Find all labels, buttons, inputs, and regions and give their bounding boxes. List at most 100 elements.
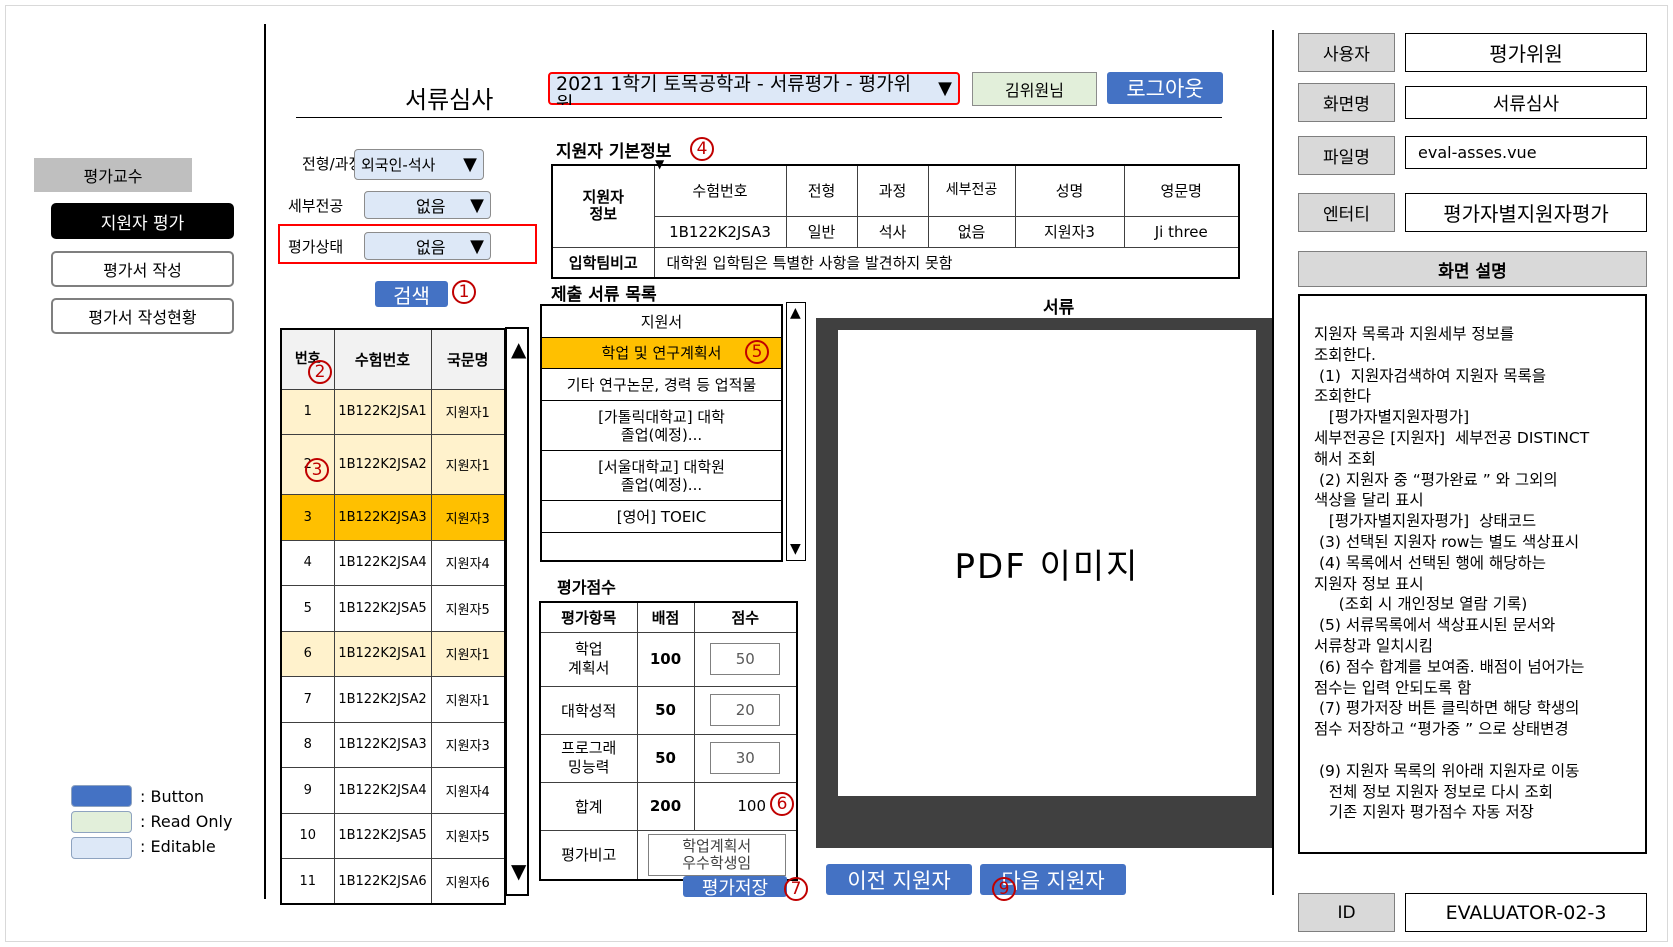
score-input[interactable]: 20	[710, 694, 781, 726]
table-row[interactable]: 9 1B122K2JSA4 지원자4	[280, 767, 506, 814]
row-exam: 1B122K2JSA2	[333, 434, 432, 495]
row-name: 지원자4	[430, 539, 506, 586]
table-row[interactable]: 4 1B122K2JSA4 지원자4	[280, 539, 506, 586]
row-no: 1	[280, 388, 335, 435]
score-input[interactable]: 30	[710, 742, 781, 774]
row-exam: 1B122K2JSA3	[333, 494, 432, 541]
prev-applicant-button[interactable]: 이전 지원자	[826, 864, 972, 895]
page-title: 서류심사	[405, 86, 494, 114]
type-select[interactable]: 외국인-석사 ▼	[354, 149, 484, 180]
table-row[interactable]: 5 1B122K2JSA5 지원자5	[280, 585, 506, 632]
nav-item-applicant-eval[interactable]: 지원자 평가	[51, 203, 234, 239]
remark-cell: 학업계획서 우수학생임	[636, 829, 798, 881]
note-label: 입학팀비고	[551, 246, 655, 279]
document-item[interactable]: [영어] TOEIC	[542, 501, 781, 533]
row-exam: 1B122K2JSA5	[333, 812, 432, 859]
row-name: 지원자5	[430, 585, 506, 632]
document-list-scrollbar[interactable]: ▲ ▼	[786, 302, 806, 561]
row-no: 3	[280, 494, 335, 541]
semester-select[interactable]: 2021 1학기 토목공학과 - 서류평가 - 평가위원 ▼	[548, 72, 960, 105]
score-header-max: 배점	[636, 601, 695, 633]
status-select[interactable]: 없음 ▼	[364, 232, 491, 260]
chevron-down-icon: ▼	[470, 235, 484, 257]
score-table: 평가항목 배점 점수 학업 계획서 100 50 대학성적 50 20 프로그래…	[539, 601, 798, 881]
table-row[interactable]: 10 1B122K2JSA5 지원자5	[280, 812, 506, 859]
score-item: 프로그래 밍능력	[539, 733, 638, 783]
document-item[interactable]: 지원서	[542, 306, 781, 338]
col-header-name: 국문명	[430, 328, 506, 390]
scroll-up-icon[interactable]: ▲	[511, 337, 526, 361]
row-name: 지원자1	[430, 388, 506, 435]
table-row[interactable]: 7 1B122K2JSA2 지원자1	[280, 676, 506, 723]
row-no: 7	[280, 676, 335, 723]
row-no: 10	[280, 812, 335, 859]
score-total-label: 합계	[539, 781, 638, 831]
type-select-value: 외국인-석사	[361, 156, 436, 174]
col-header-exam-no: 수험번호	[333, 328, 432, 390]
row-no: 9	[280, 767, 335, 814]
document-list: 지원서 학업 및 연구계획서 기타 연구논문, 경력 등 업적물 [가톨릭대학교…	[540, 304, 783, 562]
user-name-display: 김위원님	[972, 72, 1097, 106]
score-input[interactable]: 50	[710, 643, 781, 675]
major-select[interactable]: 없음 ▼	[364, 191, 491, 219]
scores-title: 평가점수	[557, 578, 616, 597]
scroll-up-icon[interactable]: ▲	[790, 305, 801, 321]
description-title: 화면 설명	[1298, 251, 1647, 287]
info-header-exam: 수험번호	[653, 164, 787, 217]
chevron-down-icon: ▼	[463, 154, 477, 175]
row-name: 지원자5	[430, 812, 506, 859]
applicant-info-table: 지원자 정보 수험번호 전형 과정 세부전공 성명 영문명 1B122K2JSA…	[551, 164, 1240, 279]
table-row-selected[interactable]: 3 1B122K2JSA3 지원자3	[280, 494, 506, 541]
info-row-label: 지원자 정보	[551, 164, 655, 248]
row-name: 지원자1	[430, 630, 506, 677]
annotation-marker-4: 4	[690, 137, 714, 161]
id-label: ID	[1298, 893, 1395, 932]
score-cell: 20	[693, 685, 798, 735]
row-name: 지원자6	[430, 858, 506, 905]
left-divider	[264, 24, 266, 899]
note-value: 대학원 입학팀은 특별한 사항을 발견하지 못함	[653, 246, 1240, 279]
info-value-name: 지원자3	[1014, 215, 1125, 248]
row-no: 11	[280, 858, 335, 905]
score-cell: 30	[693, 733, 798, 783]
save-eval-button[interactable]: 평가저장	[683, 876, 787, 899]
document-item[interactable]: [서울대학교] 대학원 졸업(예정)...	[542, 451, 781, 501]
info-header-name: 성명	[1014, 164, 1125, 217]
header-underline	[296, 117, 1222, 118]
search-button[interactable]: 검색	[375, 281, 448, 308]
row-exam: 1B122K2JSA3	[333, 721, 432, 768]
remark-input[interactable]: 학업계획서 우수학생임	[647, 833, 786, 876]
major-select-value: 없음	[416, 197, 446, 216]
status-select-value: 없음	[416, 238, 446, 257]
scroll-down-icon[interactable]: ▼	[790, 541, 801, 557]
score-cell: 50	[693, 631, 798, 687]
info-value-type: 일반	[785, 215, 858, 248]
annotation-marker-6: 6	[770, 792, 794, 816]
annotation-marker-2: 2	[308, 360, 332, 384]
score-total-max: 200	[636, 781, 695, 831]
table-row[interactable]: 1 1B122K2JSA1 지원자1	[280, 388, 506, 435]
info-header-eng-name: 영문명	[1123, 164, 1240, 217]
table-row[interactable]: 8 1B122K2JSA3 지원자3	[280, 721, 506, 768]
row-name: 지원자1	[430, 676, 506, 723]
table-row[interactable]: 11 1B122K2JSA6 지원자6	[280, 858, 506, 905]
nav-item-eval-status[interactable]: 평가서 작성현황	[51, 298, 234, 334]
screen-value: 서류심사	[1405, 86, 1647, 119]
applicant-list-scrollbar[interactable]: ▲ ▼	[505, 327, 529, 896]
document-item[interactable]: [가톨릭대학교] 대학 졸업(예정)...	[542, 401, 781, 451]
file-value: eval-asses.vue	[1405, 136, 1647, 169]
document-item[interactable]: 기타 연구논문, 경력 등 업적물	[542, 369, 781, 401]
scroll-down-icon[interactable]: ▼	[511, 859, 526, 883]
logout-button[interactable]: 로그아웃	[1107, 72, 1223, 104]
row-exam: 1B122K2JSA4	[333, 539, 432, 586]
nav-item-write-eval[interactable]: 평가서 작성	[51, 251, 234, 287]
row-name: 지원자3	[430, 721, 506, 768]
annotation-marker-5: 5	[745, 340, 769, 364]
id-value: EVALUATOR-02-3	[1405, 893, 1647, 932]
annotation-marker-3: 3	[305, 458, 329, 482]
legend-button-swatch	[71, 785, 132, 807]
legend-readonly-label: : Read Only	[140, 812, 233, 831]
table-row[interactable]: 6 1B122K2JSA1 지원자1	[280, 630, 506, 677]
documents-title: 제출 서류 목록	[551, 285, 657, 305]
score-max: 50	[636, 685, 695, 735]
